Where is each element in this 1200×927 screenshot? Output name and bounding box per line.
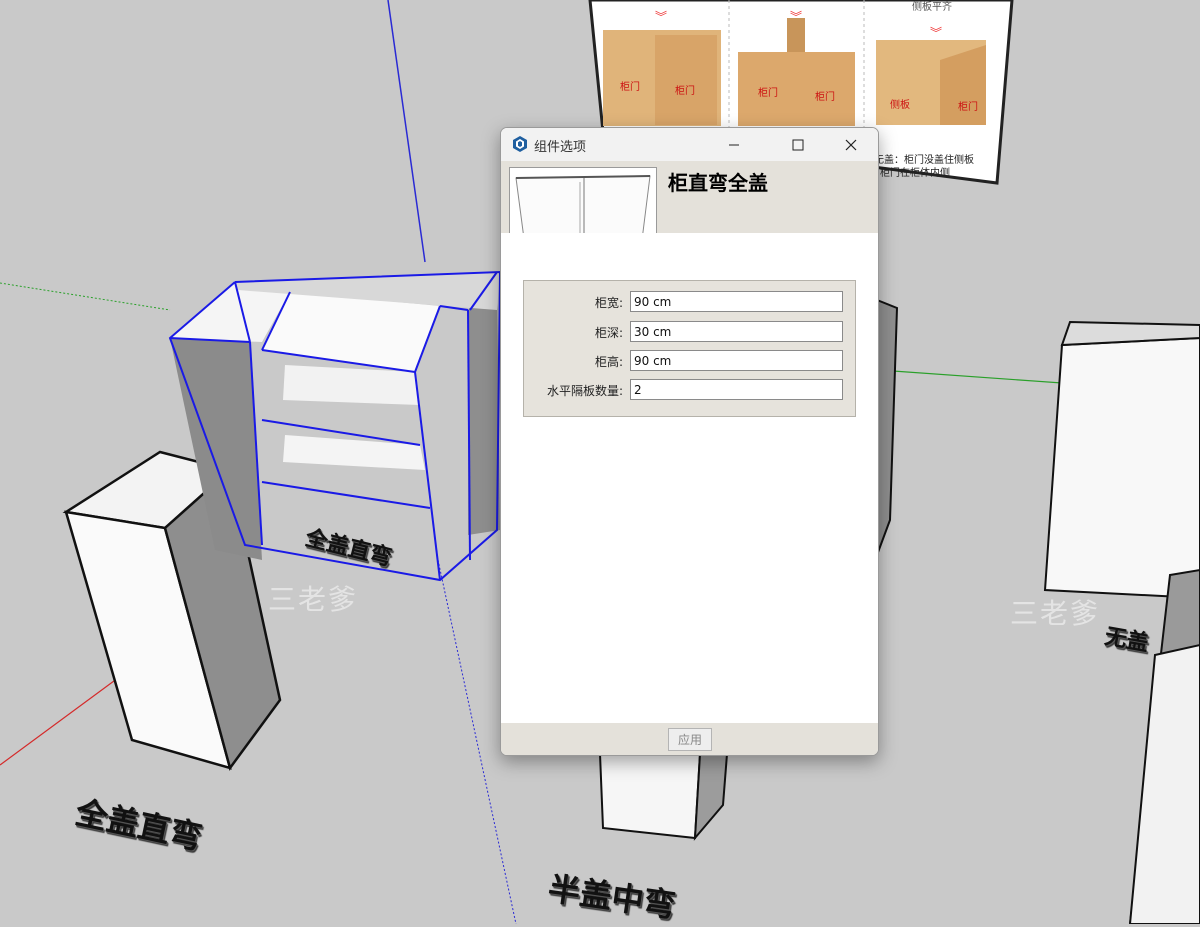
apply-button[interactable]: 应用 [668,728,712,751]
height-label: 柜高: [594,355,623,369]
hidden-cabinet-right [876,298,899,556]
green-axis-line [892,370,1063,384]
depth-input[interactable]: 30 cm [630,321,843,342]
photo-door-label: 柜门 [958,102,978,113]
dialog-titlebar[interactable]: 组件选项 [501,128,878,161]
chevron-down-icon: ︾ [930,26,943,40]
blue-axis-line [387,0,426,263]
right-edge-cabinet [1128,568,1200,924]
option-row-width: 柜宽: 90 cm [524,289,855,315]
width-input[interactable]: 90 cm [630,291,843,312]
option-row-height: 柜高: 90 cm [524,348,855,374]
photo-door-label: 柜门 [758,88,778,99]
right-cabinet [1043,320,1200,600]
height-input[interactable]: 90 cm [630,350,843,371]
options-group: 柜宽: 90 cm 柜深: 30 cm 柜高: 90 cm 水平隔板数量: 2 [523,280,856,417]
close-button[interactable] [828,128,874,161]
maximize-button[interactable] [775,128,821,161]
shelf-count-label: 水平隔板数量: [546,384,623,398]
width-label: 柜宽: [594,296,623,310]
photo-door-label: 柜门 [815,92,835,103]
green-axis-dotted-line [0,282,171,311]
photo-caption-line2: 柜门在柜体内侧 [880,168,950,179]
watermark-right: 三老爹 [1010,597,1101,630]
photo-side-label: 侧板 [890,100,910,111]
dialog-title: 组件选项 [534,140,587,155]
minimize-icon [729,144,739,145]
shelf-count-input[interactable]: 2 [630,379,843,400]
close-icon [845,139,857,150]
bottom-cabinet [598,753,729,841]
maximize-icon [792,139,804,150]
depth-label: 柜深: [594,326,623,340]
photo-top-caption: 侧板平齐 [912,2,952,13]
chevron-down-icon: ︾ [790,10,803,24]
component-options-dialog: 组件选项 柜直弯全盖 柜宽: 90 cm 柜深: 30 cm 柜高: 90 cm… [500,127,879,756]
sketchup-icon [513,136,527,152]
option-row-depth: 柜深: 30 cm [524,319,855,345]
red-axis-line [0,677,119,766]
component-name: 柜直弯全盖 [668,171,768,195]
photo-door-label: 柜门 [675,86,695,97]
chevron-down-icon: ︾ [655,10,668,24]
photo-door-label: 柜门 [620,82,640,93]
dialog-footer: 应用 [501,723,878,755]
watermark-left: 三老爹 [268,583,359,616]
minimize-button[interactable] [711,128,757,161]
option-row-shelves: 水平隔板数量: 2 [524,377,855,403]
